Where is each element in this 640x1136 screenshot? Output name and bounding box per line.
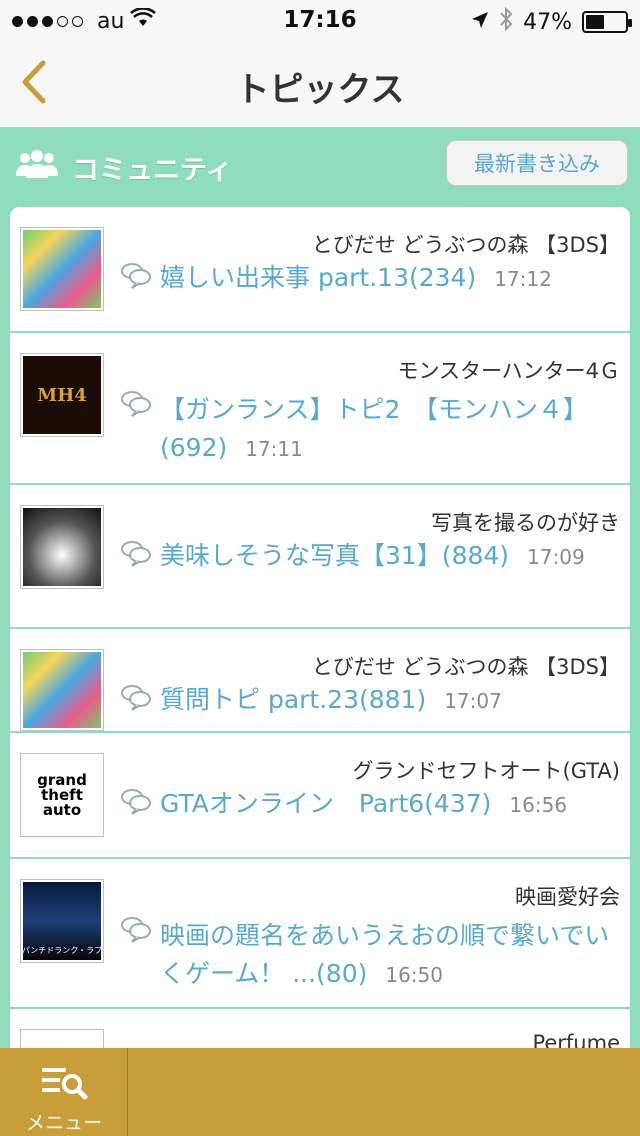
community-label: コミュニティ — [72, 155, 233, 186]
topic-title-line: 【ガンランス】トピ2 【モンハン４】(692) 17:11 — [160, 391, 620, 468]
topic-row[interactable]: 写真を撮るのが好き 美味しそうな写真【31】(884) 17:09 — [10, 485, 630, 629]
topic-row[interactable]: MH4 モンスターハンター4Ｇ 【ガンランス】トピ2 【モンハン４】(692) 1… — [10, 333, 630, 485]
community-thumbnail: grand theft auto — [20, 753, 104, 837]
menu-tab-label: メニュー — [25, 1112, 102, 1134]
community-thumbnail — [20, 505, 104, 589]
topic-title-line: 映画の題名をあいうえおの順で繋いでいくゲーム！ ...(80) 16:50 — [160, 917, 620, 994]
chat-bubbles-icon — [120, 787, 152, 819]
topic-row[interactable]: とびだせ どうぶつの森 【3DS】 質問トピ part.23(881) 17:07 — [10, 629, 630, 733]
menu-search-icon — [40, 1062, 88, 1106]
bluetooth-icon — [499, 6, 513, 37]
community-name: とびだせ どうぶつの森 【3DS】 — [311, 233, 620, 257]
battery-icon — [582, 11, 632, 33]
community-name: 映画愛好会 — [515, 885, 620, 909]
community-thumbnail: パンチドランク・ラブ — [20, 879, 104, 963]
community-name: グランドセフトオート(GTA) — [352, 759, 620, 783]
battery-level — [586, 15, 604, 29]
chat-bubbles-icon — [120, 261, 152, 293]
topic-time: 16:50 — [385, 963, 443, 987]
topic-title: 嬉しい出来事 part.13(234) — [160, 263, 477, 292]
thumbnail-logo: MH4 — [37, 384, 87, 406]
location-arrow-icon — [471, 10, 489, 35]
battery-percent: 47% — [523, 9, 572, 35]
chat-bubbles-icon — [120, 683, 152, 715]
topic-time: 17:12 — [494, 267, 552, 291]
community-thumbnail — [20, 227, 104, 311]
people-icon — [14, 148, 60, 184]
tab-bar: メニュー — [0, 1048, 640, 1136]
topic-title: 【ガンランス】トピ2 【モンハン４】(692) — [160, 395, 588, 462]
topic-time: 17:09 — [527, 545, 585, 569]
topic-title: 質問トピ part.23(881) — [160, 685, 427, 714]
page-title: トピックス — [235, 70, 405, 110]
topic-row[interactable]: とびだせ どうぶつの森 【3DS】 嬉しい出来事 part.13(234) 17:… — [10, 207, 630, 333]
community-header: コミュニティ 最新書き込み — [0, 128, 640, 206]
thumbnail-caption: パンチドランク・ラブ — [23, 946, 101, 955]
community-thumbnail: MH4 — [20, 353, 104, 437]
menu-tab[interactable]: メニュー — [0, 1048, 128, 1136]
navigation-bar: トピックス — [0, 40, 640, 128]
topic-row[interactable]: パンチドランク・ラブ 映画愛好会 映画の題名をあいうえおの順で繋いでいくゲーム！… — [10, 859, 630, 1009]
chat-bubbles-icon — [120, 915, 152, 947]
topic-list: とびだせ どうぶつの森 【3DS】 嬉しい出来事 part.13(234) 17:… — [10, 207, 630, 1057]
topic-title-line: GTAオンライン Part6(437) 16:56 — [160, 785, 620, 824]
topic-title-line: 美味しそうな写真【31】(884) 17:09 — [160, 537, 620, 576]
status-bar: au 17:16 47% — [0, 0, 640, 40]
thumbnail-logo: grand theft auto — [37, 770, 87, 819]
community-name: とびだせ どうぶつの森 【3DS】 — [311, 655, 620, 679]
topic-time: 16:56 — [509, 793, 568, 817]
chat-bubbles-icon — [120, 389, 152, 421]
topic-row[interactable]: grand theft auto グランドセフトオート(GTA) GTAオンライ… — [10, 733, 630, 859]
topic-time: 17:07 — [444, 689, 502, 713]
topic-time: 17:11 — [245, 437, 303, 461]
latest-posts-button[interactable]: 最新書き込み — [446, 140, 628, 186]
community-name: モンスターハンター4Ｇ — [397, 359, 620, 383]
topic-title: GTAオンライン Part6(437) — [160, 789, 492, 818]
chat-bubbles-icon — [120, 539, 152, 571]
community-thumbnail — [20, 649, 104, 731]
community-name: 写真を撮るのが好き — [431, 511, 620, 535]
topic-title: 美味しそうな写真【31】(884) — [160, 541, 510, 570]
topic-title-line: 嬉しい出来事 part.13(234) 17:12 — [160, 259, 620, 298]
topic-title-line: 質問トピ part.23(881) 17:07 — [160, 681, 620, 720]
